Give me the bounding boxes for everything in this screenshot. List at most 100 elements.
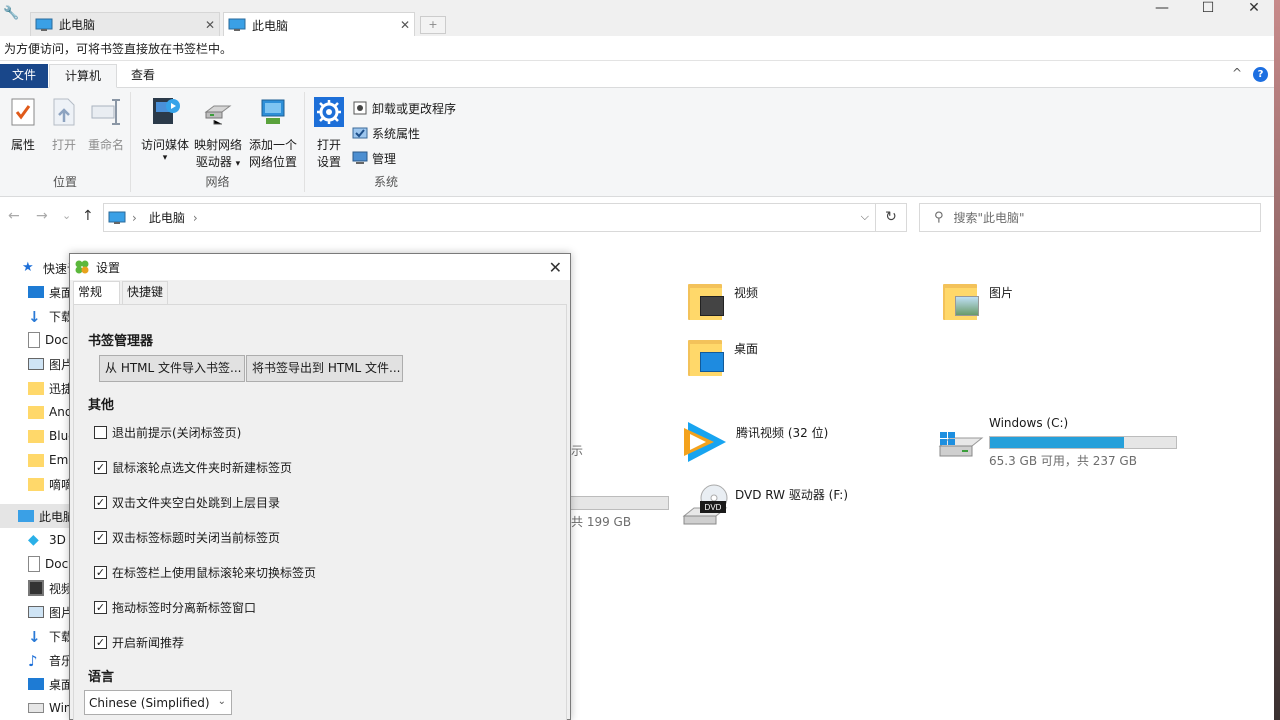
option-checkbox[interactable]: ✓在标签栏上使用鼠标滚轮来切换标签页 <box>94 564 316 581</box>
nav-pc-downloads[interactable]: ↓ 下载 <box>28 624 73 648</box>
nav-downloads[interactable]: ↓ 下载 <box>28 304 73 328</box>
unchecked-icon[interactable] <box>94 426 107 439</box>
new-tab-button[interactable]: + <box>420 16 446 34</box>
properties-icon <box>7 96 39 128</box>
device-tencent-video[interactable]: 腾讯视频 (32 位) <box>680 418 828 466</box>
address-dropdown-icon[interactable]: ⌵ <box>861 210 869 224</box>
properties-button[interactable]: 属性 <box>6 96 40 154</box>
checked-icon[interactable]: ✓ <box>94 601 107 614</box>
add-network-location-button[interactable]: 添加一个 网络位置 <box>245 96 301 171</box>
nav-folder-eml[interactable]: Eml <box>28 448 72 472</box>
picture-icon <box>28 606 44 618</box>
tab-view[interactable]: 查看 <box>118 64 168 88</box>
nav-videos[interactable]: 视频 <box>28 576 73 600</box>
access-media-button[interactable]: 访问媒体 ▾ <box>139 96 191 162</box>
close-button[interactable]: ✕ <box>1231 0 1277 32</box>
ribbon-tabs: 文件 计算机 查看 ^ ? <box>0 62 1274 88</box>
system-properties-button[interactable]: 系统属性 <box>352 123 420 143</box>
checked-icon[interactable]: ✓ <box>94 496 107 509</box>
tab-close-icon[interactable]: ✕ <box>396 18 414 32</box>
recent-locations-button[interactable]: ⌄ <box>62 209 71 222</box>
back-button[interactable]: ← <box>8 208 20 224</box>
manage-button[interactable]: 管理 <box>352 148 396 168</box>
nav-documents[interactable]: Doc <box>28 328 68 352</box>
computer-icon <box>228 18 246 32</box>
breadcrumb-separator[interactable]: › <box>132 211 137 225</box>
tab-this-pc-1[interactable]: 此电脑 ✕ <box>30 12 220 36</box>
checked-icon[interactable]: ✓ <box>94 566 107 579</box>
drive-free-space: 65.3 GB 可用，共 237 GB <box>989 452 1177 469</box>
device-dvd-f[interactable]: DVD DVD RW 驱动器 (F:) <box>682 482 848 526</box>
folder-videos[interactable]: 视频 <box>688 280 758 320</box>
folder-pictures[interactable]: 图片 <box>943 280 1013 320</box>
breadcrumb-separator[interactable]: › <box>193 211 198 225</box>
breadcrumb-this-pc[interactable]: 此电脑 <box>149 209 185 226</box>
video-folder-icon <box>688 280 724 320</box>
folder-desktop[interactable]: 桌面 <box>688 336 758 376</box>
group-label-location: 位置 <box>0 173 130 190</box>
manage-icon <box>352 150 368 166</box>
rename-button[interactable]: 重命名 <box>86 96 126 154</box>
dialog-close-button[interactable]: ✕ <box>549 258 562 277</box>
help-icon[interactable]: ? <box>1253 67 1268 82</box>
up-button[interactable]: ↑ <box>82 208 94 224</box>
dialog-title-bar[interactable]: 设置 ✕ <box>70 254 570 280</box>
tab-shortcuts[interactable]: 快捷键 <box>122 281 168 304</box>
desktop-folder-icon <box>688 336 724 376</box>
tab-close-icon[interactable]: ✕ <box>201 18 219 32</box>
tab-general[interactable]: 常规 <box>73 281 120 304</box>
nav-desktop[interactable]: 桌面 <box>28 280 73 304</box>
option-checkbox[interactable]: ✓拖动标签时分离新标签窗口 <box>94 599 256 616</box>
import-bookmarks-button[interactable]: 从 HTML 文件导入书签... <box>99 355 245 382</box>
download-icon: ↓ <box>28 628 44 644</box>
nav-pc-desktop[interactable]: 桌面 <box>28 672 73 696</box>
address-bar[interactable]: › 此电脑 › ⌵ <box>103 203 876 232</box>
option-checkbox[interactable]: ✓开启新闻推荐 <box>94 634 184 651</box>
nav-pictures[interactable]: 图片 <box>28 352 73 376</box>
nav-music[interactable]: ♪ 音乐 <box>28 648 73 672</box>
checked-icon[interactable]: ✓ <box>94 461 107 474</box>
drive-usage-fill <box>990 437 1124 448</box>
nav-3d-objects[interactable]: ◆ 3D <box>28 528 66 552</box>
maximize-button[interactable]: ☐ <box>1185 0 1231 32</box>
nav-windows-drive[interactable]: Win <box>28 696 72 720</box>
nav-pc-pictures[interactable]: 图片 <box>28 600 73 624</box>
search-placeholder: 搜索"此电脑" <box>954 209 1025 226</box>
refresh-button[interactable]: ↻ <box>876 203 907 232</box>
wrench-icon[interactable]: 🔧 <box>3 6 19 22</box>
device-windows-c[interactable]: Windows (C:) 65.3 GB 可用，共 237 GB <box>936 416 1177 469</box>
option-checkbox[interactable]: ✓双击标签标题时关闭当前标签页 <box>94 529 280 546</box>
tab-file[interactable]: 文件 <box>0 64 48 88</box>
nav-folder-didi[interactable]: 嘀嘀 <box>28 472 73 496</box>
open-button[interactable]: 打开 <box>48 96 80 154</box>
uninstall-programs-button[interactable]: 卸载或更改程序 <box>352 98 456 118</box>
bookmarks-heading: 书签管理器 <box>88 330 153 349</box>
language-select[interactable]: Chinese (Simplified) ⌄ <box>84 690 232 715</box>
rename-icon <box>90 96 122 128</box>
map-network-drive-button[interactable]: 映射网络 驱动器 ▾ <box>193 96 243 173</box>
open-settings-button[interactable]: 打开 设置 <box>313 96 345 171</box>
minimize-button[interactable]: — <box>1139 0 1185 32</box>
tab-this-pc-2[interactable]: 此电脑 ✕ <box>223 12 415 37</box>
rename-label: 重命名 <box>86 137 126 154</box>
device-name: Windows (C:) <box>989 416 1177 430</box>
video-icon <box>28 580 44 596</box>
nav-pc-documents[interactable]: Doc <box>28 552 68 576</box>
option-checkbox[interactable]: ✓鼠标滚轮点选文件夹时新建标签页 <box>94 459 292 476</box>
checked-icon[interactable]: ✓ <box>94 531 107 544</box>
nav-folder-and[interactable]: And <box>28 400 72 424</box>
properties-label: 属性 <box>6 137 40 154</box>
document-icon <box>28 556 40 572</box>
language-heading: 语言 <box>88 666 114 685</box>
tab-computer[interactable]: 计算机 <box>49 64 117 88</box>
option-checkbox[interactable]: ✓双击文件夹空白处跳到上层目录 <box>94 494 280 511</box>
collapse-ribbon-icon[interactable]: ^ <box>1232 66 1242 80</box>
forward-button[interactable]: → <box>36 208 48 224</box>
nav-folder-xunjie[interactable]: 迅捷 <box>28 376 73 400</box>
search-input[interactable]: ⚲ 搜索"此电脑" <box>919 203 1261 232</box>
folder-name: 视频 <box>734 284 758 301</box>
checked-icon[interactable]: ✓ <box>94 636 107 649</box>
export-bookmarks-button[interactable]: 将书签导出到 HTML 文件... <box>246 355 403 382</box>
option-checkbox[interactable]: 退出前提示(关闭标签页) <box>94 424 241 441</box>
ribbon: 属性 打开 重命名 位置 访问媒体 ▾ 映射网络 驱动器 ▾ 添加一个 网络位置… <box>0 88 1274 197</box>
